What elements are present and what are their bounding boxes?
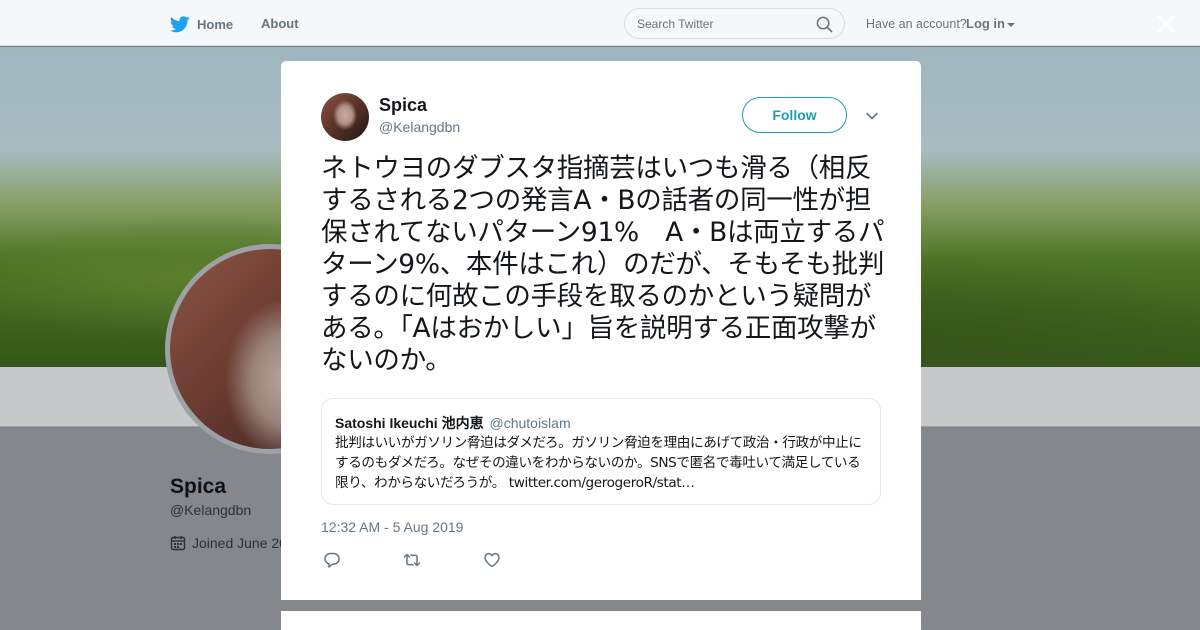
search-input[interactable] — [637, 15, 807, 33]
tweet-actions — [323, 551, 501, 569]
profile-joined-label: Joined June 20 — [192, 535, 287, 551]
profile-joined: Joined June 20 — [170, 535, 287, 551]
profile-name: Spica — [170, 475, 227, 498]
quoted-tweet[interactable]: Satoshi Ikeuchi 池内恵 @chutoislam 批判はいいがガソ… — [321, 398, 881, 505]
calendar-icon — [170, 536, 186, 551]
caret-down-icon — [1007, 22, 1015, 27]
tweet-timestamp[interactable]: 12:32 AM - 5 Aug 2019 — [321, 519, 463, 535]
tweet-card: Spica @Kelangdbn Follow ネトウヨのダブスタ指摘芸はいつも… — [281, 61, 921, 600]
chevron-down-icon[interactable] — [865, 109, 879, 123]
nav-about-link[interactable]: About — [261, 16, 299, 31]
search-box — [624, 8, 845, 39]
tweet-author-handle[interactable]: @Kelangdbn — [379, 119, 460, 135]
quoted-tweet-text: 批判はいいがガソリン脅迫はダメだろ。ガソリン脅迫を理由にあげて政治・行政が中止に… — [335, 435, 862, 491]
close-icon[interactable] — [1155, 13, 1177, 35]
reply-icon[interactable] — [323, 551, 341, 569]
twitter-bird-icon — [170, 15, 190, 32]
account-prompt: Have an account? — [866, 17, 967, 31]
nav-home-label: Home — [197, 16, 234, 32]
quoted-author-handle: @chutoislam — [489, 415, 571, 431]
profile-handle: @Kelangdbn — [170, 502, 252, 518]
quoted-tweet-header: Satoshi Ikeuchi 池内恵 @chutoislam — [335, 413, 571, 433]
like-icon[interactable] — [483, 551, 501, 569]
tweet-author-avatar[interactable] — [321, 93, 369, 141]
next-card-edge — [281, 611, 921, 630]
login-link[interactable]: Log in — [966, 16, 1015, 31]
tweet-author-name[interactable]: Spica — [379, 95, 427, 116]
quoted-author-name: Satoshi Ikeuchi 池内恵 — [335, 415, 484, 431]
search-icon[interactable] — [816, 16, 833, 33]
top-navbar: Home About Have an account? Log in — [0, 0, 1200, 46]
tweet-text: ネトウヨのダブスタ指摘芸はいつも滑る（相反するされる2つの発言A・Bの話者の同一… — [321, 153, 885, 376]
retweet-icon[interactable] — [403, 551, 421, 569]
nav-home-link[interactable]: Home — [170, 12, 233, 36]
follow-button[interactable]: Follow — [742, 97, 847, 133]
login-label: Log in — [966, 16, 1005, 31]
